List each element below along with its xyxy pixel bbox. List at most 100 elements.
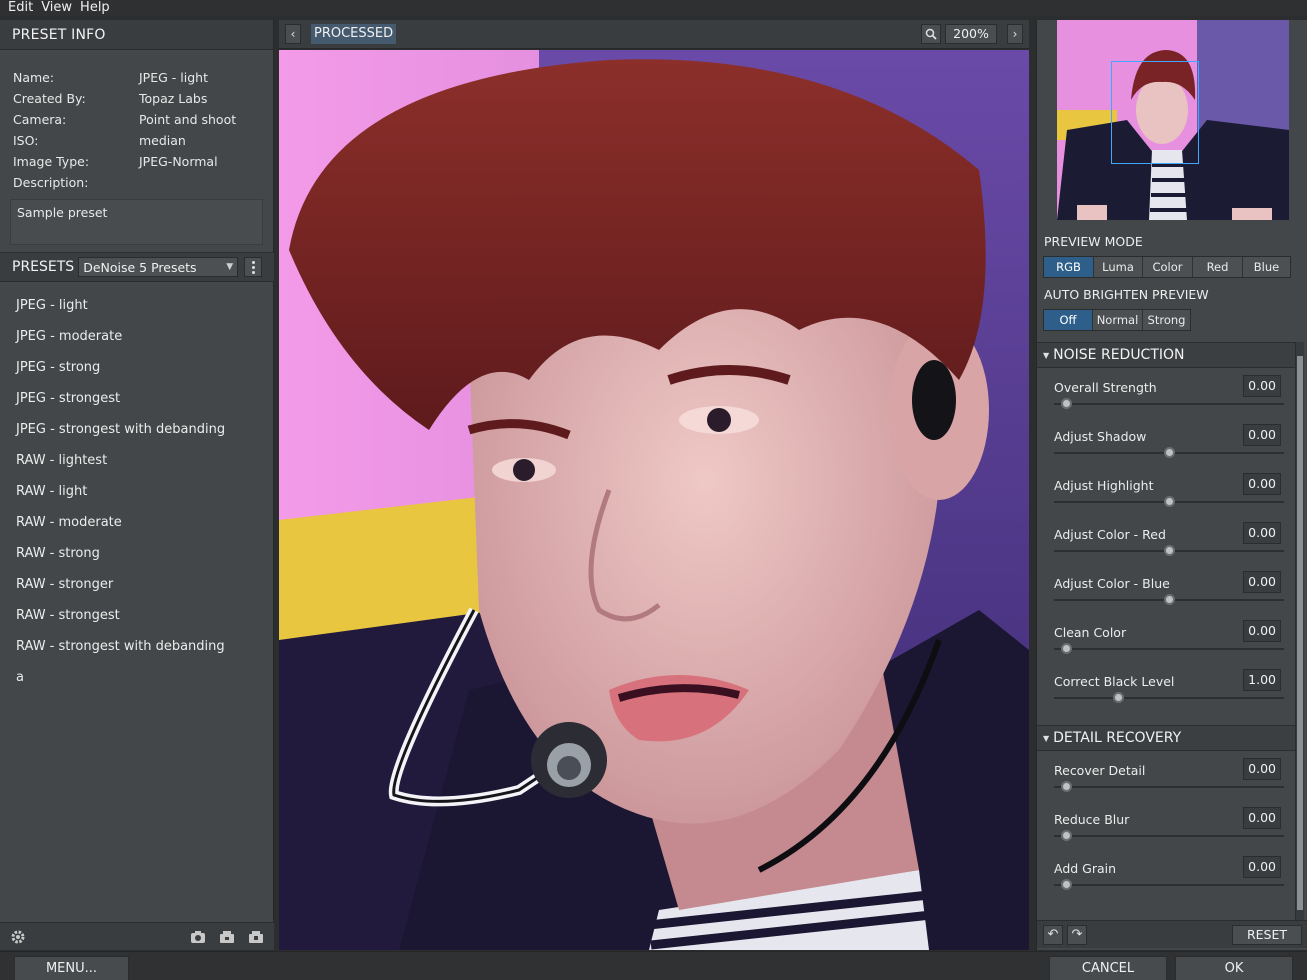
info-row-image-type: Image Type: JPEG-Normal bbox=[13, 151, 261, 172]
slider-row: Adjust Color - Red 0.00 bbox=[1037, 515, 1295, 564]
slider-track[interactable] bbox=[1054, 835, 1284, 837]
view-mode-label[interactable]: PROCESSED bbox=[311, 24, 397, 44]
info-key: Camera: bbox=[13, 112, 67, 127]
chevron-down-icon: ▼ bbox=[226, 262, 234, 272]
preset-item[interactable]: RAW - lightest bbox=[0, 445, 274, 476]
slider-label: Reduce Blur bbox=[1054, 812, 1130, 827]
info-key: ISO: bbox=[13, 133, 39, 148]
preset-item[interactable]: JPEG - strongest with debanding bbox=[0, 414, 274, 445]
import-icon[interactable] bbox=[215, 926, 239, 948]
slider-handle[interactable] bbox=[1060, 398, 1072, 409]
reset-button[interactable]: RESET bbox=[1232, 924, 1302, 945]
undo-icon[interactable]: ↶ bbox=[1043, 924, 1063, 945]
slider-track[interactable] bbox=[1054, 403, 1284, 405]
menu-edit[interactable]: Edit bbox=[8, 1, 33, 15]
slider-value-input[interactable]: 0.00 bbox=[1243, 473, 1281, 495]
presets-more-icon[interactable] bbox=[244, 257, 263, 277]
slider-handle[interactable] bbox=[1060, 643, 1072, 654]
redo-icon[interactable]: ↷ bbox=[1067, 924, 1087, 945]
preset-item[interactable]: JPEG - moderate bbox=[0, 321, 274, 352]
slider-label: Correct Black Level bbox=[1054, 674, 1175, 689]
slider-handle[interactable] bbox=[1060, 879, 1072, 890]
slider-handle[interactable] bbox=[1113, 692, 1125, 703]
slider-value-input[interactable]: 0.00 bbox=[1243, 758, 1281, 780]
detail-recovery-header[interactable]: ▼ DETAIL RECOVERY bbox=[1037, 725, 1295, 751]
info-value: JPEG-Normal bbox=[139, 154, 218, 169]
auto-brighten-normal[interactable]: Normal bbox=[1093, 310, 1143, 330]
slider-handle[interactable] bbox=[1060, 781, 1072, 792]
slider-value-input[interactable]: 0.00 bbox=[1243, 375, 1281, 397]
ok-button[interactable]: OK bbox=[1175, 956, 1293, 980]
preview-mode-color[interactable]: Color bbox=[1143, 257, 1193, 277]
settings-gear-icon[interactable] bbox=[6, 926, 30, 948]
noise-reduction-header[interactable]: ▼ NOISE REDUCTION bbox=[1037, 342, 1295, 368]
camera-icon[interactable] bbox=[186, 926, 210, 948]
preset-collection-select[interactable]: DeNoise 5 Presets ▼ bbox=[78, 257, 239, 277]
slider-row: Recover Detail 0.00 bbox=[1037, 751, 1295, 800]
info-value: Point and shoot bbox=[139, 112, 237, 127]
scrollbar-thumb[interactable] bbox=[1297, 356, 1303, 910]
slider-value-input[interactable]: 1.00 bbox=[1243, 669, 1281, 691]
view-toolbar: ‹ PROCESSED 200% › bbox=[279, 20, 1029, 49]
slider-value-input[interactable]: 0.00 bbox=[1243, 807, 1281, 829]
chevron-right-icon[interactable]: › bbox=[1007, 24, 1023, 44]
slider-handle[interactable] bbox=[1164, 447, 1175, 458]
slider-handle[interactable] bbox=[1164, 496, 1175, 507]
slider-value-input[interactable]: 0.00 bbox=[1243, 424, 1281, 446]
slider-label: Add Grain bbox=[1054, 861, 1117, 876]
auto-brighten-title: AUTO BRIGHTEN PREVIEW bbox=[1044, 287, 1209, 302]
slider-label: Adjust Color - Blue bbox=[1054, 576, 1170, 591]
slider-handle[interactable] bbox=[1164, 594, 1175, 605]
slider-track[interactable] bbox=[1054, 697, 1284, 699]
slider-value-input[interactable]: 0.00 bbox=[1243, 522, 1281, 544]
slider-label: Adjust Color - Red bbox=[1054, 527, 1166, 542]
slider-handle[interactable] bbox=[1060, 830, 1072, 841]
menu-view[interactable]: View bbox=[41, 1, 72, 15]
chevron-left-icon[interactable]: ‹ bbox=[285, 24, 301, 44]
preset-item[interactable]: RAW - strong bbox=[0, 538, 274, 569]
preset-item[interactable]: JPEG - strong bbox=[0, 352, 274, 383]
slider-handle[interactable] bbox=[1164, 545, 1175, 556]
slider-value-input[interactable]: 0.00 bbox=[1243, 856, 1281, 878]
image-viewport[interactable] bbox=[279, 50, 1029, 950]
slider-track[interactable] bbox=[1054, 786, 1284, 788]
preset-list: JPEG - light JPEG - moderate JPEG - stro… bbox=[0, 290, 274, 693]
cancel-button[interactable]: CANCEL bbox=[1049, 956, 1167, 980]
menu-help[interactable]: Help bbox=[80, 1, 110, 15]
slider-label: Adjust Highlight bbox=[1054, 478, 1154, 493]
description-box[interactable]: Sample preset bbox=[10, 199, 263, 245]
zoom-level[interactable]: 200% bbox=[945, 24, 997, 44]
slider-track[interactable] bbox=[1054, 648, 1284, 650]
preview-mode-luma[interactable]: Luma bbox=[1094, 257, 1143, 277]
navigator-thumbnail[interactable] bbox=[1057, 20, 1289, 220]
preset-item[interactable]: JPEG - light bbox=[0, 290, 274, 321]
preset-item[interactable]: RAW - light bbox=[0, 476, 274, 507]
collapse-triangle-icon: ▼ bbox=[1043, 733, 1050, 743]
right-panel: PREVIEW MODE RGB Luma Color Red Blue AUT… bbox=[1036, 20, 1307, 950]
export-icon[interactable] bbox=[244, 926, 268, 948]
slider-value-input[interactable]: 0.00 bbox=[1243, 620, 1281, 642]
preset-item[interactable]: a bbox=[0, 662, 274, 693]
auto-brighten-off[interactable]: Off bbox=[1044, 310, 1093, 330]
preview-image bbox=[279, 50, 1029, 950]
info-key: Image Type: bbox=[13, 154, 90, 169]
preview-mode-red[interactable]: Red bbox=[1193, 257, 1243, 277]
slider-value-input[interactable]: 0.00 bbox=[1243, 571, 1281, 593]
slider-track[interactable] bbox=[1054, 884, 1284, 886]
preview-mode-rgb[interactable]: RGB bbox=[1044, 257, 1094, 277]
info-row-camera: Camera: Point and shoot bbox=[13, 109, 261, 130]
collapse-triangle-icon: ▼ bbox=[1043, 350, 1050, 360]
preset-item[interactable]: RAW - moderate bbox=[0, 507, 274, 538]
auto-brighten-strong[interactable]: Strong bbox=[1143, 310, 1190, 330]
preview-mode-group: RGB Luma Color Red Blue bbox=[1043, 256, 1291, 278]
adjustments-scrollbar[interactable] bbox=[1295, 342, 1304, 920]
navigator-viewport-box[interactable] bbox=[1111, 61, 1199, 164]
preset-item[interactable]: RAW - stronger bbox=[0, 569, 274, 600]
slider-row: Adjust Highlight 0.00 bbox=[1037, 466, 1295, 515]
preset-item[interactable]: RAW - strongest bbox=[0, 600, 274, 631]
preview-mode-blue[interactable]: Blue bbox=[1243, 257, 1290, 277]
preset-item[interactable]: JPEG - strongest bbox=[0, 383, 274, 414]
menu-button[interactable]: MENU... bbox=[14, 956, 129, 980]
zoom-magnifier-icon[interactable] bbox=[921, 24, 941, 44]
preset-item[interactable]: RAW - strongest with debanding bbox=[0, 631, 274, 662]
